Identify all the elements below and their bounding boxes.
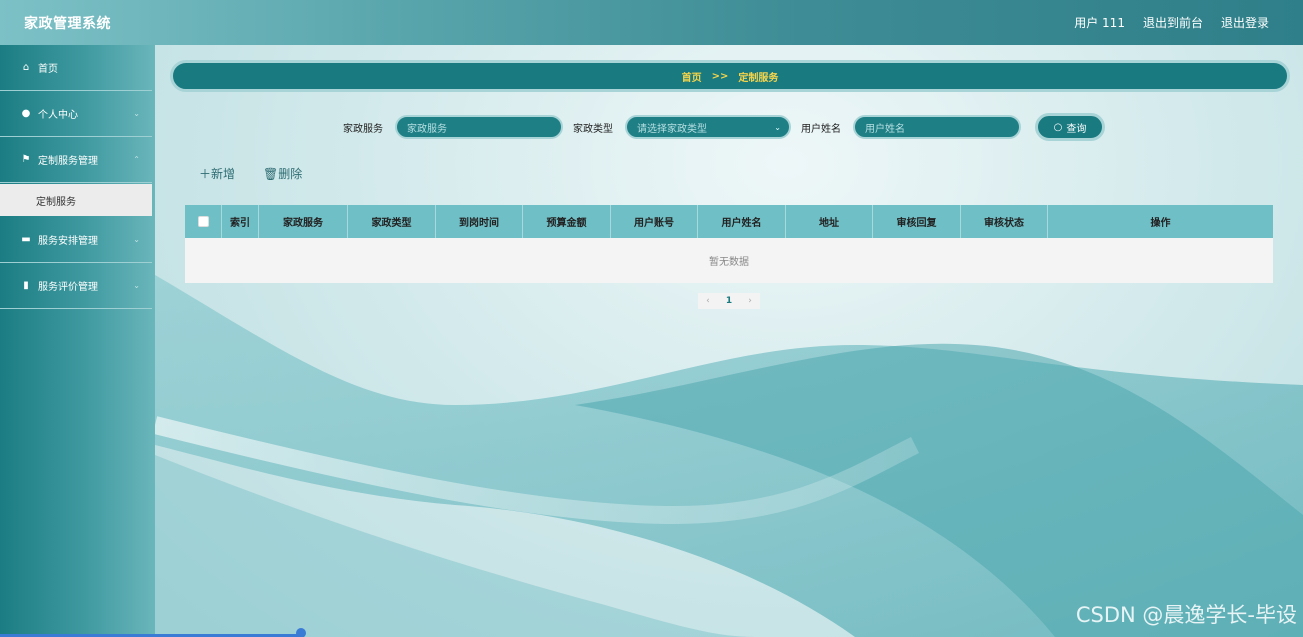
trash-icon: 🗑	[263, 167, 279, 181]
sidebar: ⌂ 首页 ● 个人中心 ⌄ ⚑ 定制服务管理 ⌃ 定制服务 ▬ 服务安排管理 ⌄…	[0, 45, 155, 637]
column-header: 用户姓名	[698, 205, 786, 238]
chevron-up-icon: ⌃	[133, 155, 140, 164]
empty-state: 暂无数据	[185, 238, 1273, 283]
column-header: 审核回复	[873, 205, 961, 238]
table-header: 索引 家政服务 家政类型 到岗时间 预算金额 用户账号 用户姓名 地址 审核回复…	[185, 205, 1273, 238]
column-header: 到岗时间	[436, 205, 523, 238]
breadcrumb-current: 定制服务	[738, 72, 779, 84]
home-icon: ⌂	[22, 62, 30, 73]
user-icon: ●	[21, 108, 31, 119]
select-all-checkbox[interactable]	[197, 216, 209, 227]
chevron-down-icon: ⌄	[133, 235, 140, 244]
column-header: 地址	[786, 205, 873, 238]
table-actions: ＋新增 🗑删除	[199, 165, 302, 182]
chevron-down-icon: ⌄	[133, 109, 140, 118]
delete-button[interactable]: 🗑删除	[263, 165, 302, 182]
service-label: 家政服务	[343, 123, 383, 135]
column-header: 审核状态	[961, 205, 1048, 238]
prev-page-icon[interactable]: ‹	[706, 296, 710, 306]
plus-icon: ＋	[199, 167, 212, 181]
sidebar-item-custom-service-mgmt[interactable]: ⚑ 定制服务管理 ⌃	[0, 137, 152, 183]
sidebar-item-label: 定制服务管理	[38, 156, 98, 167]
next-page-icon[interactable]: ›	[748, 296, 752, 306]
main-content: 首页 >> 定制服务 家政服务 家政服务 家政类型 请选择家政类型 ⌄ 用户姓名…	[155, 45, 1303, 637]
clipboard-icon: ▮	[23, 280, 29, 291]
app-title: 家政管理系统	[24, 15, 111, 32]
delete-button-label: 删除	[278, 167, 303, 181]
sidebar-item-service-schedule-mgmt[interactable]: ▬ 服务安排管理 ⌄	[0, 217, 152, 263]
add-button[interactable]: ＋新增	[199, 165, 235, 182]
data-table: 索引 家政服务 家政类型 到岗时间 预算金额 用户账号 用户姓名 地址 审核回复…	[185, 205, 1273, 283]
pagination: ‹ 1 ›	[698, 293, 760, 309]
scroll-handle[interactable]	[296, 628, 306, 637]
header-actions: 用户 111 退出到前台 退出登录	[1074, 14, 1269, 31]
column-header: 家政类型	[348, 205, 436, 238]
chevron-down-icon: ⌄	[774, 122, 781, 132]
column-header: 用户账号	[611, 205, 698, 238]
service-input[interactable]: 家政服务	[395, 115, 563, 139]
type-label: 家政类型	[573, 123, 613, 135]
query-button-label: 查询	[1066, 123, 1087, 135]
flag-icon: ⚑	[21, 154, 31, 165]
breadcrumb-separator: >>	[711, 70, 729, 82]
type-select-placeholder: 请选择家政类型	[637, 123, 707, 135]
sidebar-subitem-custom-service[interactable]: 定制服务	[0, 184, 152, 216]
select-all-cell	[185, 205, 222, 238]
username-input[interactable]: 用户姓名	[853, 115, 1021, 139]
add-button-label: 新增	[211, 167, 236, 181]
sidebar-item-personal-center[interactable]: ● 个人中心 ⌄	[0, 91, 152, 137]
column-header: 索引	[222, 205, 259, 238]
chevron-down-icon: ⌄	[133, 281, 140, 290]
search-icon: ○	[1053, 121, 1063, 133]
top-header: 家政管理系统 用户 111 退出到前台 退出登录	[0, 0, 1303, 45]
type-select[interactable]: 请选择家政类型 ⌄	[625, 115, 791, 139]
sidebar-item-label: 服务评价管理	[38, 282, 98, 293]
page-number[interactable]: 1	[726, 296, 732, 306]
search-bar: 家政服务 家政服务 家政类型 请选择家政类型 ⌄ 用户姓名 用户姓名 ○ 查询	[343, 113, 1105, 141]
sidebar-item-label: 个人中心	[38, 110, 78, 121]
username-label: 用户姓名	[801, 123, 841, 135]
current-user: 用户 111	[1074, 16, 1125, 30]
query-button[interactable]: ○ 查询	[1035, 113, 1105, 141]
briefcase-icon: ▬	[21, 234, 31, 245]
breadcrumb-home[interactable]: 首页	[682, 69, 702, 84]
to-frontend-link[interactable]: 退出到前台	[1143, 14, 1203, 31]
column-header: 家政服务	[259, 205, 348, 238]
column-header: 预算金额	[523, 205, 611, 238]
sidebar-item-label: 服务安排管理	[38, 236, 98, 247]
column-header: 操作	[1150, 218, 1171, 229]
sidebar-item-label: 首页	[38, 64, 58, 75]
watermark: CSDN @晨逸学长-毕设	[1075, 603, 1297, 627]
breadcrumb: 首页 >> 定制服务	[170, 60, 1290, 92]
sidebar-item-service-review-mgmt[interactable]: ▮ 服务评价管理 ⌄	[0, 263, 152, 309]
sidebar-item-home[interactable]: ⌂ 首页	[0, 45, 152, 91]
logout-link[interactable]: 退出登录	[1221, 14, 1269, 31]
